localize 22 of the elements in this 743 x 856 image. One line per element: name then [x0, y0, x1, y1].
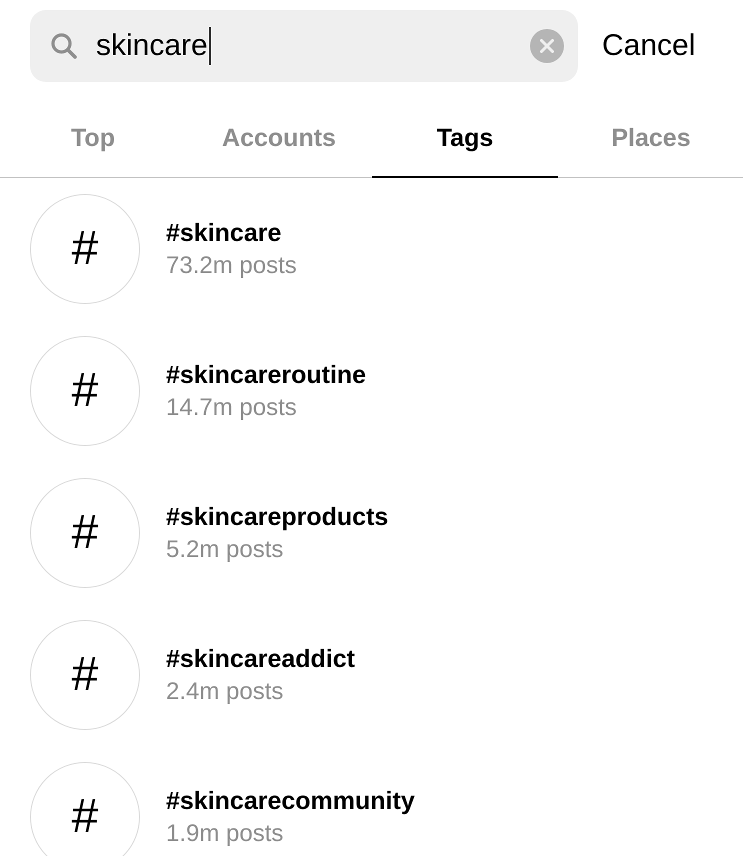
text-cursor — [208, 27, 211, 65]
search-icon — [50, 32, 78, 60]
hash-symbol: # — [72, 509, 98, 557]
clear-icon[interactable] — [530, 29, 564, 63]
hash-symbol: # — [72, 793, 98, 841]
hashtag-name[interactable]: #skincarecommunity — [166, 786, 415, 816]
post-count: 1.9m posts — [166, 820, 284, 848]
search-text: skincare — [96, 29, 208, 63]
hashtag-name[interactable]: #skincareaddict — [166, 644, 355, 674]
cancel-button[interactable]: Cancel — [594, 25, 704, 67]
post-count: 73.2m posts — [166, 252, 297, 280]
post-count: 5.2m posts — [166, 536, 284, 564]
hash-symbol: # — [72, 225, 98, 273]
hash-symbol: # — [72, 367, 98, 415]
post-count: 14.7m posts — [166, 394, 298, 422]
hashtag-name[interactable]: #skincareproducts — [166, 502, 388, 532]
tab[interactable]: Tags — [372, 100, 558, 178]
hashtag-name[interactable]: #skincare — [166, 218, 297, 248]
hashtag-name[interactable]: #skincareroutine — [166, 360, 366, 390]
post-count: 2.4m posts — [166, 678, 284, 706]
search-field[interactable]: skincare — [30, 10, 578, 82]
hash-symbol: # — [72, 651, 98, 699]
